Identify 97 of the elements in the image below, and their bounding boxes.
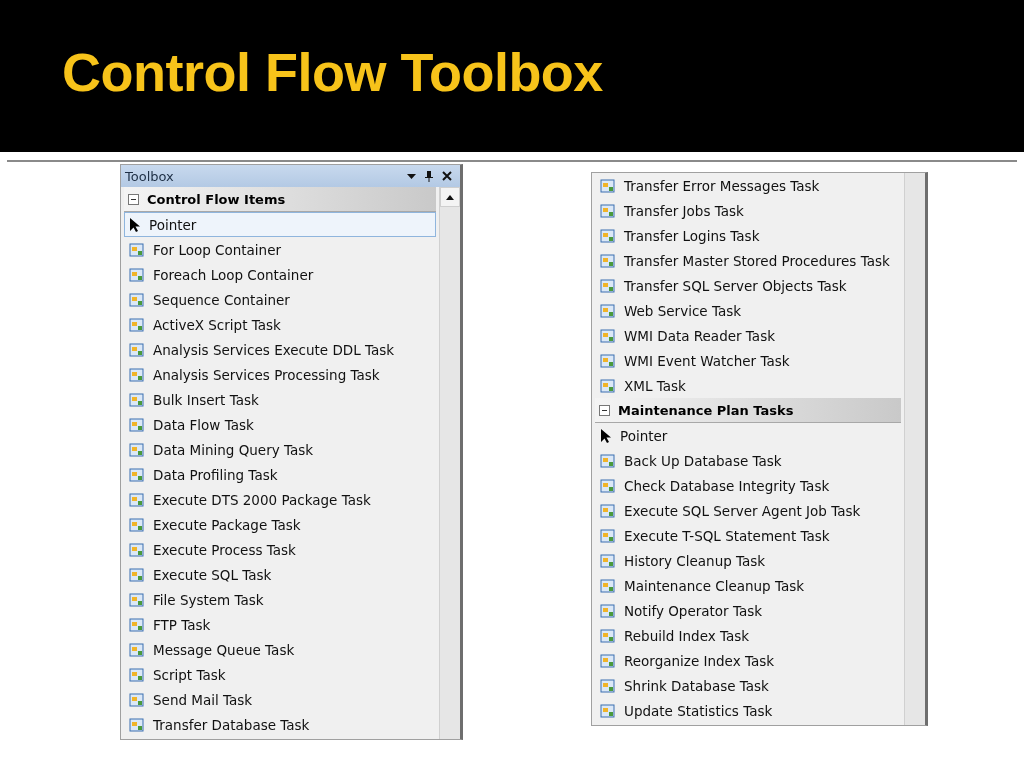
section-header[interactable]: Control Flow Items [124,187,436,212]
toolbox-item[interactable]: Analysis Services Execute DDL Task [124,337,436,362]
task-icon [600,702,616,719]
task-icon [600,652,616,669]
task-icon [129,716,145,733]
toolbox-item[interactable]: Send Mail Task [124,687,436,712]
task-icon [600,627,616,644]
task-icon [600,302,616,319]
scrollbar[interactable] [904,173,925,725]
task-icon [600,527,616,544]
task-icon [129,316,145,333]
task-icon [129,266,145,283]
toolbox-item[interactable]: Transfer Jobs Task [595,198,901,223]
task-icon [600,602,616,619]
task-icon [600,202,616,219]
panel-title: Toolbox [125,168,175,184]
toolbox-item[interactable]: Execute T-SQL Statement Task [595,523,901,548]
toolbox-item[interactable]: History Cleanup Task [595,548,901,573]
task-icon [129,441,145,458]
task-icon [129,291,145,308]
task-icon [129,416,145,433]
task-icon [129,341,145,358]
task-icon [600,352,616,369]
toolbox-item[interactable]: Rebuild Index Task [595,623,901,648]
toolbox-item[interactable]: Data Mining Query Task [124,437,436,462]
task-icon [129,366,145,383]
toolbox-item[interactable]: Data Flow Task [124,412,436,437]
toolbox-item[interactable]: Pointer [595,423,901,448]
toolbox-item[interactable]: Script Task [124,662,436,687]
toolbox-item[interactable]: Shrink Database Task [595,673,901,698]
toolbox-item[interactable]: Sequence Container [124,287,436,312]
scrollbar[interactable] [439,187,460,739]
toolbox-item[interactable]: Back Up Database Task [595,448,901,473]
task-icon [600,227,616,244]
toolbox-item[interactable]: Transfer Logins Task [595,223,901,248]
toolbox-item[interactable]: Notify Operator Task [595,598,901,623]
toolbox-item[interactable]: Execute SQL Task [124,562,436,587]
task-icon [129,691,145,708]
task-icon [600,677,616,694]
toolbox-item[interactable]: ActiveX Script Task [124,312,436,337]
toolbox-item[interactable]: FTP Task [124,612,436,637]
task-icon [129,241,145,258]
toolbox-item[interactable]: File System Task [124,587,436,612]
toolbox-item[interactable]: Web Service Task [595,298,901,323]
up-arrow-icon [446,194,454,200]
toolbox-item[interactable]: For Loop Container [124,237,436,262]
task-icon [129,666,145,683]
task-icon [129,566,145,583]
task-icon [600,177,616,194]
toolbox-item[interactable]: Foreach Loop Container [124,262,436,287]
task-icon [129,641,145,658]
toolbox-item[interactable]: Analysis Services Processing Task [124,362,436,387]
toolbox-item[interactable]: Execute Package Task [124,512,436,537]
toolbox-item[interactable]: Execute SQL Server Agent Job Task [595,498,901,523]
toolbox-item[interactable]: Reorganize Index Task [595,648,901,673]
task-icon [600,277,616,294]
scroll-up-button[interactable] [440,187,460,207]
toolbox-item[interactable]: Transfer Master Stored Procedures Task [595,248,901,273]
cursor-arrow-icon [600,427,612,444]
task-icon [129,491,145,508]
collapse-icon [599,404,610,416]
toolbox-item[interactable]: Maintenance Cleanup Task [595,573,901,598]
toolbox-item[interactable]: XML Task [595,373,901,398]
task-icon [129,616,145,633]
toolbox-item[interactable]: Message Queue Task [124,637,436,662]
task-icon [600,377,616,394]
task-icon [600,252,616,269]
task-icon [129,466,145,483]
task-icon [600,452,616,469]
task-icon [600,502,616,519]
toolbox-item[interactable]: Update Statistics Task [595,698,901,723]
toolbox-item[interactable]: Execute DTS 2000 Package Task [124,487,436,512]
task-icon [600,327,616,344]
toolbox-item[interactable]: WMI Data Reader Task [595,323,901,348]
toolbox-item[interactable]: Pointer [124,212,436,237]
toolbox-item[interactable]: Transfer SQL Server Objects Task [595,273,901,298]
slide-title: Control Flow Toolbox [62,41,603,103]
toolbox-item[interactable]: Bulk Insert Task [124,387,436,412]
task-icon [600,577,616,594]
task-icon [600,477,616,494]
toolbox-item[interactable]: Check Database Integrity Task [595,473,901,498]
toolbox-item[interactable]: Transfer Database Task [124,712,436,737]
task-icon [129,541,145,558]
caret-icon [406,173,416,179]
task-icon [129,391,145,408]
task-icon [129,591,145,608]
task-icon [129,516,145,533]
toolbox-item[interactable]: Transfer Error Messages Task [595,173,901,198]
pin-icon [425,170,433,182]
collapse-icon [128,193,139,205]
toolbox-item[interactable]: WMI Event Watcher Task [595,348,901,373]
section-header[interactable]: Maintenance Plan Tasks [595,398,901,423]
task-icon [600,552,616,569]
close-icon [442,171,452,181]
toolbox-item[interactable]: Execute Process Task [124,537,436,562]
toolbox-item[interactable]: Data Profiling Task [124,462,436,487]
cursor-arrow-icon [129,216,141,233]
